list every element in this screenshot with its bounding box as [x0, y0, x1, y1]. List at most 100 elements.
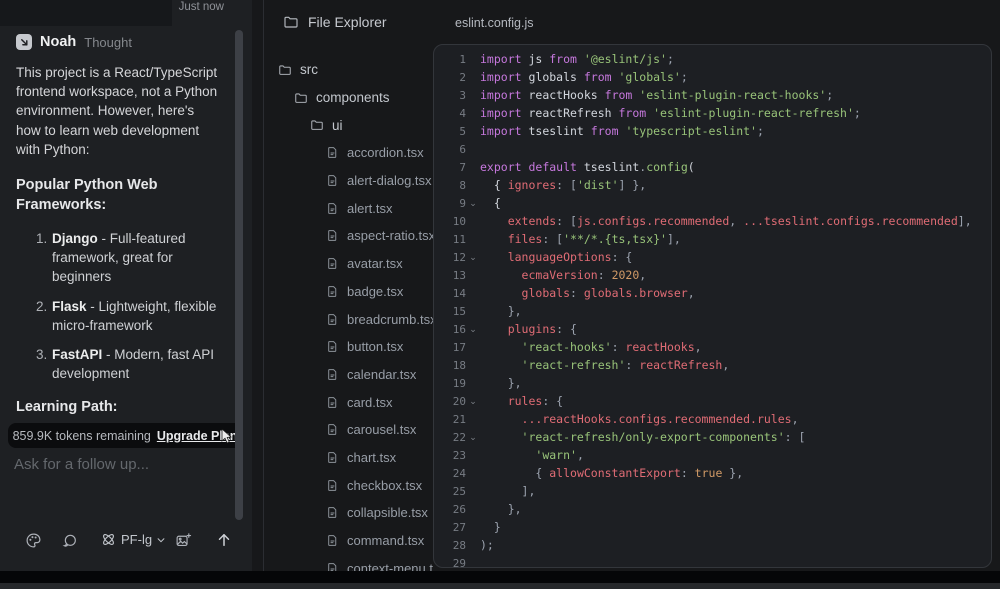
- file-icon: [326, 396, 339, 409]
- fold-chevron-icon[interactable]: ⌄: [466, 432, 480, 442]
- tree-item-label: checkbox.tsx: [347, 478, 422, 493]
- code-line: 2import globals from 'globals';: [442, 68, 991, 86]
- tree-item-calendar-tsx[interactable]: calendar.tsx: [263, 361, 433, 389]
- line-number: 19: [442, 377, 466, 390]
- tree-item-alert-tsx[interactable]: alert.tsx: [263, 194, 433, 222]
- code-text: { ignores: ['dist'] },: [480, 178, 646, 192]
- tree-item-label: calendar.tsx: [347, 367, 416, 382]
- tree-item-command-tsx[interactable]: command.tsx: [263, 527, 433, 555]
- code-line: 1import js from '@eslint/js';: [442, 50, 991, 68]
- file-icon: [326, 368, 339, 381]
- tree-item-components[interactable]: components: [263, 84, 433, 112]
- line-number: 16: [442, 323, 466, 336]
- taskbar-strip: [0, 583, 1000, 589]
- code-text: );: [480, 538, 494, 552]
- send-arrow-icon[interactable]: [215, 531, 233, 549]
- learning-path-heading: Learning Path:: [16, 398, 118, 418]
- line-number: 3: [442, 89, 466, 102]
- line-number: 11: [442, 233, 466, 246]
- chat-scrollbar[interactable]: [235, 30, 243, 520]
- tree-item-avatar-tsx[interactable]: avatar.tsx: [263, 250, 433, 278]
- tree-item-badge-tsx[interactable]: badge.tsx: [263, 278, 433, 306]
- code-line: 25 ],: [442, 482, 991, 500]
- open-file-tab[interactable]: eslint.config.js: [455, 16, 534, 30]
- code-text: ...reactHooks.configs.recommended.rules,: [480, 412, 799, 426]
- code-line: 23 'warn',: [442, 446, 991, 464]
- add-image-icon[interactable]: [175, 532, 192, 549]
- list-item: 2. Flask - Lightweight, flexible micro-f…: [36, 297, 238, 335]
- tree-item-card-tsx[interactable]: card.tsx: [263, 388, 433, 416]
- tree-item-chart-tsx[interactable]: chart.tsx: [263, 444, 433, 472]
- code-line: 26 },: [442, 500, 991, 518]
- tree-item-src[interactable]: src: [263, 56, 433, 84]
- file-icon: [326, 423, 339, 436]
- tree-item-accordion-tsx[interactable]: accordion.tsx: [263, 139, 433, 167]
- code-line: 7export default tseslint.config(: [442, 158, 991, 176]
- code-text: globals: globals.browser,: [480, 286, 695, 300]
- tree-item-button-tsx[interactable]: button.tsx: [263, 333, 433, 361]
- code-line: 20⌄ rules: {: [442, 392, 991, 410]
- code-line: 18 'react-refresh': reactRefresh,: [442, 356, 991, 374]
- code-text: 'warn',: [480, 448, 584, 462]
- code-line: 22⌄ 'react-refresh/only-export-component…: [442, 428, 991, 446]
- tree-item-label: ui: [332, 118, 343, 133]
- globe-icon[interactable]: [62, 533, 78, 549]
- tree-item-ui[interactable]: ui: [263, 111, 433, 139]
- tree-item-label: collapsible.tsx: [347, 505, 428, 520]
- tree-item-label: aspect-ratio.tsx: [347, 228, 433, 243]
- line-number: 18: [442, 359, 466, 372]
- list-number: 2.: [36, 297, 52, 335]
- code-line: 27 }: [442, 518, 991, 536]
- line-number: 4: [442, 107, 466, 120]
- file-explorer-title: File Explorer: [308, 14, 387, 30]
- file-tree: srccomponents ui accordion.tsx alert-dialog…: [263, 56, 433, 571]
- code-text: { allowConstantExport: true },: [480, 466, 743, 480]
- code-line: 28);: [442, 536, 991, 554]
- tree-item-label: alert-dialog.tsx: [347, 173, 432, 188]
- file-icon: [326, 506, 339, 519]
- tree-item-label: breadcrumb.tsx: [347, 312, 433, 327]
- fold-chevron-icon[interactable]: ⌄: [466, 252, 480, 262]
- file-icon: [326, 534, 339, 547]
- fold-chevron-icon[interactable]: ⌄: [466, 324, 480, 334]
- chat-top-shadow: [0, 0, 172, 26]
- file-icon: [326, 202, 339, 215]
- tree-item-label: context-menu.tsx: [347, 561, 433, 571]
- tree-item-label: badge.tsx: [347, 284, 403, 299]
- tree-item-alert-dialog-tsx[interactable]: alert-dialog.tsx: [263, 167, 433, 195]
- code-text: },: [480, 376, 522, 390]
- list-item: 3. FastAPI - Modern, fast API developmen…: [36, 345, 238, 383]
- tree-item-checkbox-tsx[interactable]: checkbox.tsx: [263, 471, 433, 499]
- model-selector[interactable]: PF-lg: [100, 531, 166, 548]
- chat-panel: Just now Noah Thought This project is a …: [0, 0, 252, 571]
- model-label: PF-lg: [121, 532, 152, 547]
- followup-input[interactable]: [14, 456, 234, 473]
- line-number: 7: [442, 161, 466, 174]
- line-number: 25: [442, 485, 466, 498]
- chevron-down-icon: [156, 535, 166, 545]
- tree-item-context-menu-tsx[interactable]: context-menu.tsx: [263, 554, 433, 571]
- tree-item-carousel-tsx[interactable]: carousel.tsx: [263, 416, 433, 444]
- tree-item-label: card.tsx: [347, 395, 393, 410]
- code-text: {: [480, 196, 501, 210]
- code-editor[interactable]: 1import js from '@eslint/js';2import glo…: [433, 44, 992, 568]
- code-line: 10 extends: [js.configs.recommended, ...…: [442, 212, 991, 230]
- tree-item-collapsible-tsx[interactable]: collapsible.tsx: [263, 499, 433, 527]
- palette-icon[interactable]: [25, 532, 42, 549]
- thought-label[interactable]: Thought: [84, 35, 132, 50]
- line-number: 26: [442, 503, 466, 516]
- fold-chevron-icon[interactable]: ⌄: [466, 396, 480, 406]
- line-number: 15: [442, 305, 466, 318]
- message-header: Noah Thought: [16, 34, 132, 50]
- tree-item-breadcrumb-tsx[interactable]: breadcrumb.tsx: [263, 305, 433, 333]
- file-icon: [326, 229, 339, 242]
- code-text: import js from '@eslint/js';: [480, 52, 674, 66]
- code-line: 29: [442, 554, 991, 568]
- code-text: import reactHooks from 'eslint-plugin-re…: [480, 88, 833, 102]
- code-text: import globals from 'globals';: [480, 70, 688, 84]
- fold-chevron-icon[interactable]: ⌄: [466, 198, 480, 208]
- tree-item-aspect-ratio-tsx[interactable]: aspect-ratio.tsx: [263, 222, 433, 250]
- code-line: 16⌄ plugins: {: [442, 320, 991, 338]
- tree-item-label: avatar.tsx: [347, 256, 403, 271]
- line-number: 20: [442, 395, 466, 408]
